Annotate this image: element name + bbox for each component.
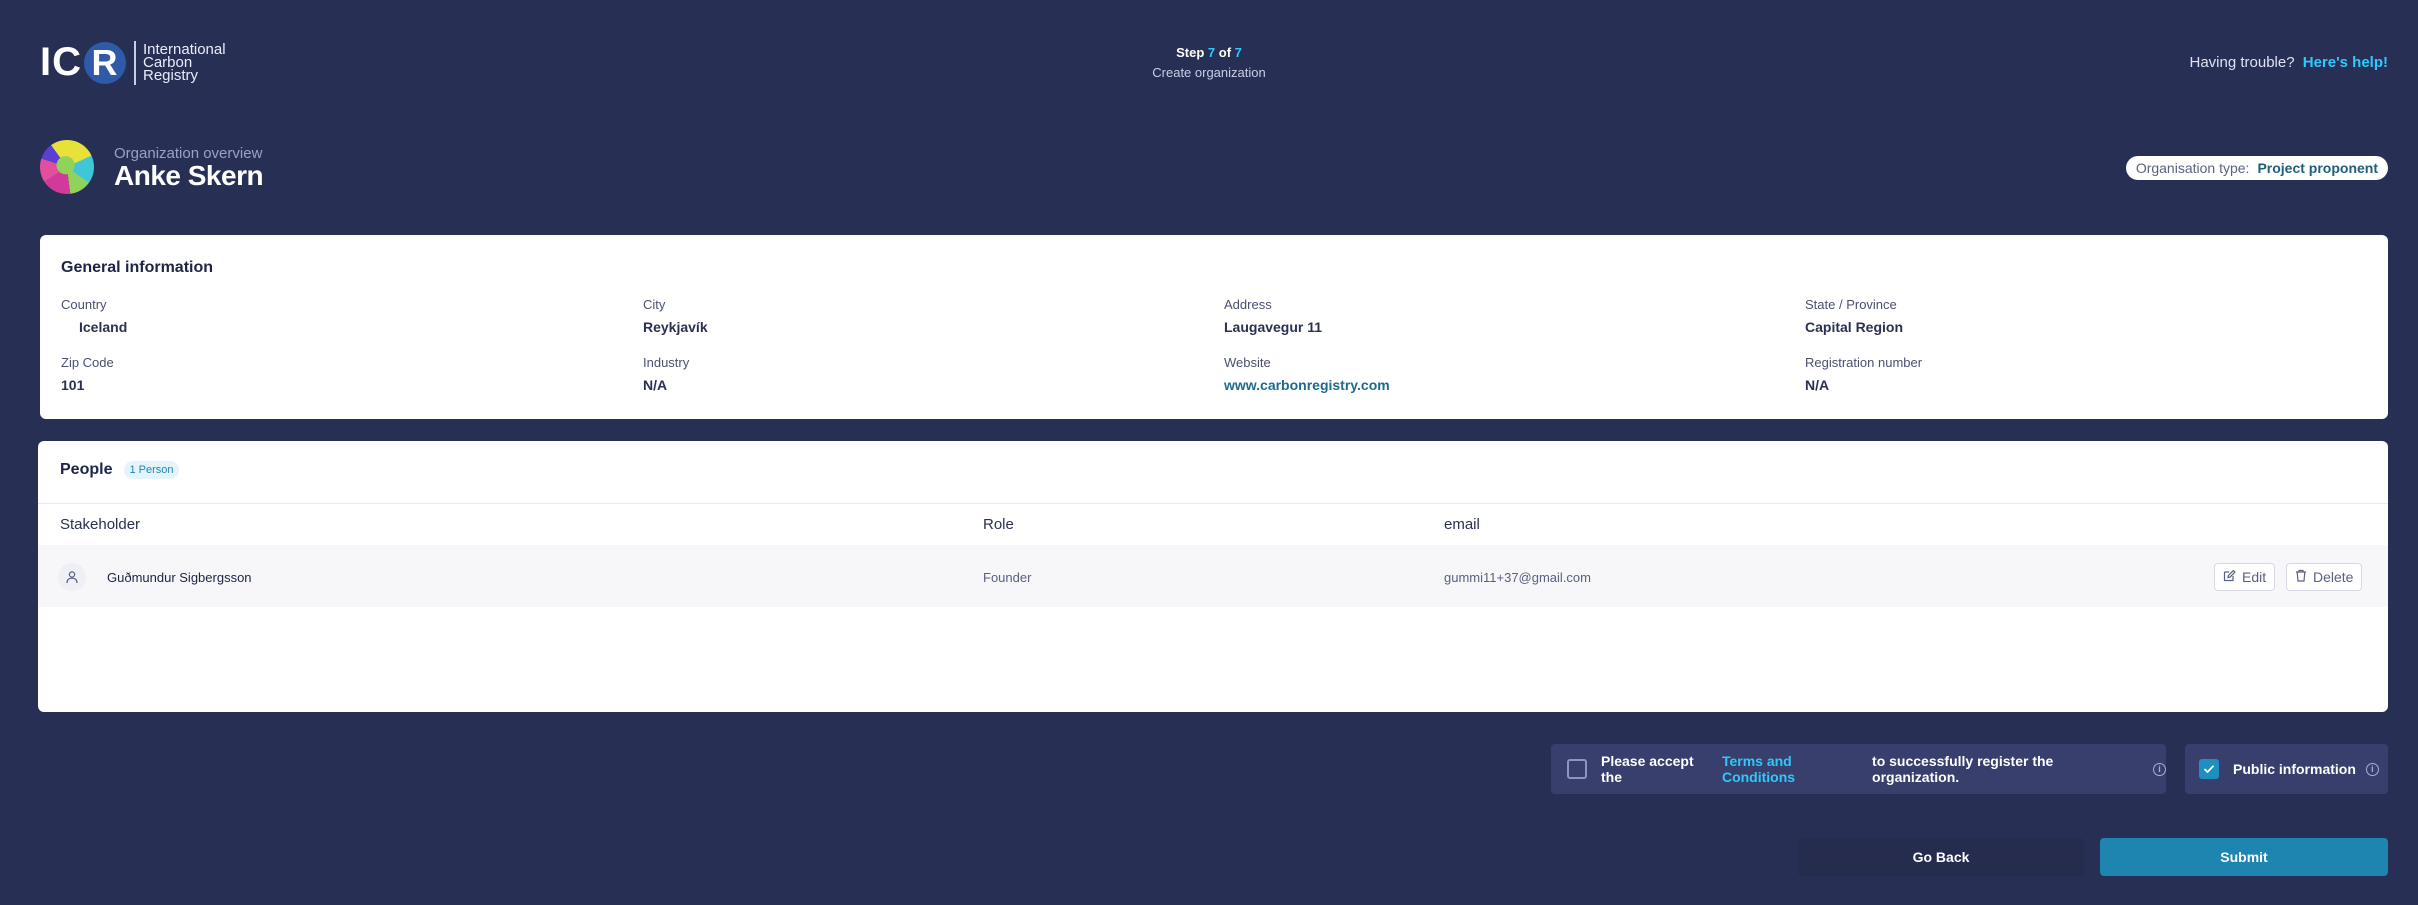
table-row: Guðmundur Sigbergsson Founder gummi11+37…: [38, 545, 2388, 607]
step-progress: Step 7 of 7: [0, 45, 2418, 60]
go-back-button[interactable]: Go Back: [1798, 838, 2084, 876]
stakeholder-name: Guðmundur Sigbergsson: [107, 570, 252, 585]
step-current: 7: [1207, 45, 1216, 60]
user-icon: [58, 563, 86, 591]
help-link[interactable]: Here's help!: [2303, 54, 2388, 71]
field-label: Zip Code: [61, 355, 114, 370]
field-value: Reykjavík: [643, 319, 708, 335]
field-website: Website www.carbonregistry.com: [1224, 355, 1390, 393]
help-text: Having trouble? Here's help!: [2189, 54, 2388, 71]
general-information-card: General information Country Iceland City…: [40, 235, 2388, 419]
field-value: Capital Region: [1805, 319, 1904, 335]
field-value: Iceland: [79, 319, 128, 335]
edit-icon: [2223, 569, 2236, 585]
info-icon[interactable]: i: [2365, 762, 2379, 776]
field-label: City: [643, 297, 666, 312]
stakeholder-email: gummi11+37@gmail.com: [1444, 570, 1591, 585]
field-label: Country: [61, 297, 107, 312]
column-header-stakeholder: Stakeholder: [60, 516, 141, 533]
organization-type-label: Organisation type:: [2135, 160, 2250, 176]
delete-button[interactable]: Delete: [2286, 563, 2363, 591]
step-of: of: [1218, 45, 1232, 60]
field-label: Industry: [643, 355, 690, 370]
field-zip-code: Zip Code 101: [61, 355, 114, 393]
step-word: Step: [1176, 45, 1205, 60]
info-icon[interactable]: i: [2153, 762, 2166, 776]
organization-name: Anke Skern: [114, 160, 264, 191]
field-label: Address: [1224, 297, 1272, 312]
terms-suffix: to successfully register the organizatio…: [1872, 753, 2054, 785]
step-total: 7: [1234, 45, 1242, 60]
edit-button[interactable]: Edit: [2214, 563, 2276, 591]
edit-label: Edit: [2242, 569, 2267, 585]
field-value: N/A: [643, 377, 668, 393]
column-header-email: email: [1444, 516, 1480, 533]
field-registration-number: Registration number N/A: [1805, 355, 1922, 393]
field-city: City Reykjavík: [643, 297, 708, 335]
organization-type-badge: Organisation type: Project proponent: [2125, 156, 2388, 180]
terms-checkbox[interactable]: [1567, 759, 1587, 779]
field-address: Address Laugavegur 11: [1224, 297, 1322, 335]
organization-avatar: [40, 140, 94, 194]
stakeholder-role: Founder: [983, 570, 1032, 585]
delete-label: Delete: [2313, 569, 2354, 585]
website-link[interactable]: www.carbonregistry.com: [1224, 377, 1390, 393]
column-header-role: Role: [983, 516, 1014, 533]
field-value: N/A: [1805, 377, 1830, 393]
field-state-province: State / Province Capital Region: [1805, 297, 1903, 335]
people-title: People: [60, 461, 113, 478]
submit-button[interactable]: Submit: [2100, 838, 2388, 876]
field-label: State / Province: [1805, 297, 1897, 312]
terms-and-conditions-link[interactable]: Terms and Conditions: [1722, 753, 1868, 785]
field-industry: Industry N/A: [643, 355, 689, 393]
field-value: Laugavegur 11: [1224, 319, 1323, 335]
step-indicator: Step 7 of 7 Create organization: [0, 45, 2418, 80]
public-information-checkbox[interactable]: [2199, 759, 2219, 779]
check-icon: [2203, 765, 2215, 774]
organization-type-value: Project proponent: [2257, 160, 2378, 176]
people-header: People 1 Person: [60, 461, 179, 479]
public-information-panel[interactable]: Public information i: [2185, 744, 2388, 794]
general-information-title: General information: [61, 259, 214, 276]
trash-icon: [2295, 569, 2307, 585]
help-question: Having trouble?: [2189, 54, 2295, 71]
field-label: Website: [1224, 355, 1271, 370]
people-count-badge: 1 Person: [124, 461, 179, 479]
step-title: Create organization: [1152, 65, 1266, 80]
field-label: Registration number: [1805, 355, 1923, 370]
field-value: 101: [61, 377, 85, 393]
terms-checkbox-panel[interactable]: Please accept the Terms and Conditions t…: [1551, 744, 2166, 794]
terms-prefix: Please accept the: [1601, 753, 1694, 785]
public-information-label: Public information: [2233, 761, 2356, 777]
divider: [38, 503, 2388, 504]
field-country: Country Iceland: [61, 297, 127, 335]
people-card: People 1 Person Stakeholder Role email G…: [38, 441, 2388, 712]
